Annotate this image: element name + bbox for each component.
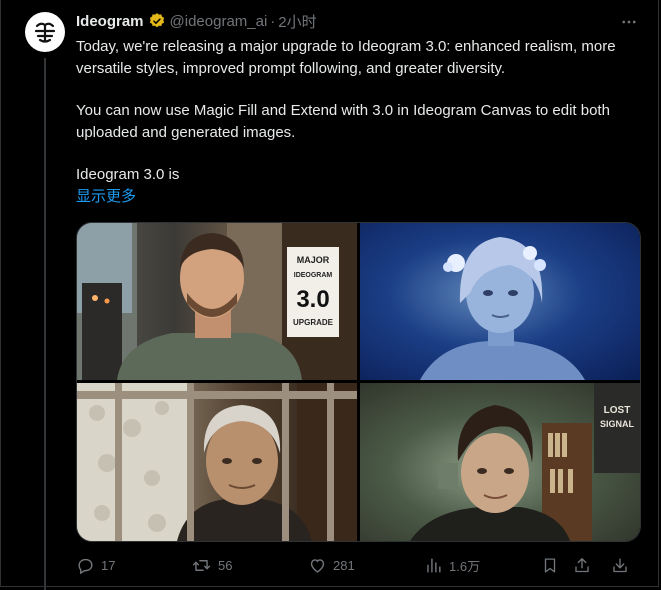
more-icon[interactable] [619, 12, 639, 32]
share-icon [575, 557, 589, 572]
thread-line [44, 58, 46, 590]
sign-line: UPGRADE [293, 318, 334, 327]
share-button[interactable] [573, 554, 591, 576]
sign-line: MAJOR [297, 255, 330, 265]
reply-button[interactable]: 17 [76, 554, 115, 576]
sign: MAJOR IDEOGRAM 3.0 UPGRADE [287, 247, 339, 337]
like-count: 281 [333, 557, 355, 573]
tweet-paragraph: You can now use Magic Fill and Extend wi… [76, 102, 610, 141]
image-elderly-woman[interactable] [77, 383, 357, 541]
display-name[interactable]: Ideogram [76, 13, 144, 30]
reply-icon [78, 558, 93, 574]
poster-line: LOST [604, 405, 631, 416]
bookmark-button[interactable] [541, 554, 559, 576]
logo-icon [34, 22, 56, 43]
tweet-paragraph: Ideogram 3.0 is [76, 166, 180, 183]
show-more-link[interactable]: 显示更多 [76, 186, 646, 208]
avatar[interactable] [25, 12, 65, 52]
tweet-card[interactable]: Ideogram @ideogram_ai · 2小时 Today, we're… [0, 0, 659, 590]
bookmark-icon [544, 557, 556, 573]
image-man-in-room[interactable]: LOST SIGNAL [360, 383, 640, 541]
views-count: 1.6万 [449, 558, 481, 574]
like-button[interactable]: 281 [308, 554, 355, 576]
tweet-text: Today, we're releasing a major upgrade t… [76, 36, 646, 208]
retweet-count: 56 [218, 557, 233, 573]
views-button[interactable]: 1.6万 [424, 554, 480, 576]
image-woman-blue-light[interactable] [360, 223, 640, 380]
sign-line: 3.0 [296, 286, 329, 313]
views-icon [427, 557, 441, 573]
download-button[interactable] [611, 554, 629, 576]
separator: · [270, 12, 276, 30]
handle[interactable]: @ideogram_ai [170, 13, 268, 30]
sign-line: IDEOGRAM [294, 272, 333, 279]
download-icon [613, 557, 627, 572]
retweet-icon [192, 559, 211, 571]
media-grid: MAJOR IDEOGRAM 3.0 UPGRADE LOST SIGNAL [76, 222, 641, 542]
timestamp[interactable]: 2小时 [278, 11, 316, 32]
retweet-button[interactable]: 56 [191, 554, 232, 576]
tweet-paragraph: Today, we're releasing a major upgrade t… [76, 38, 616, 77]
reply-count: 17 [101, 557, 116, 573]
tweet-header: Ideogram @ideogram_ai · 2小时 [76, 11, 317, 31]
verified-badge-icon [148, 12, 166, 30]
like-icon [310, 558, 325, 573]
poster-line: SIGNAL [600, 419, 635, 429]
image-man-with-sign[interactable]: MAJOR IDEOGRAM 3.0 UPGRADE [77, 223, 357, 380]
action-bar: 17 56 281 1.6万 [76, 554, 636, 576]
